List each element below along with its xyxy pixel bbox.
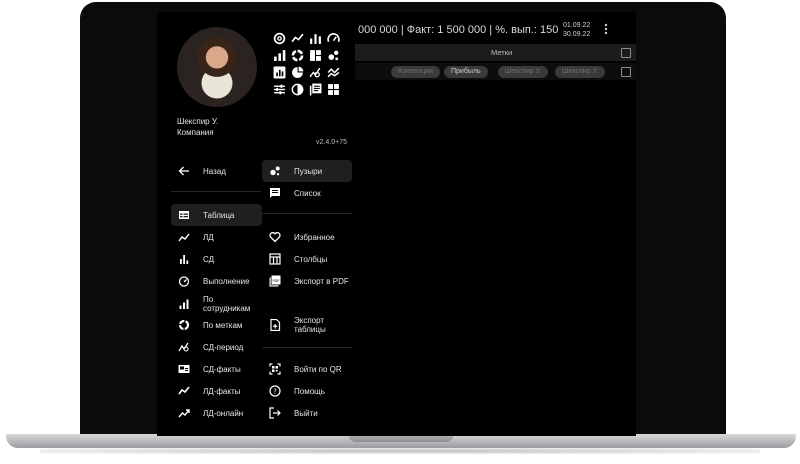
donut-icon [177,318,191,332]
menu-item-export-table[interactable]: Экспорт таблицы [262,312,352,338]
svg-text:PDF: PDF [272,279,279,283]
menu-item-ld-online[interactable]: ЛД-онлайн [171,402,261,424]
tag-chip[interactable]: Шекспир У. [555,66,605,78]
menu-item-by-tags[interactable]: По меткам [171,314,261,336]
logout-icon [268,406,282,420]
column-title-tags: Метки [491,48,513,57]
menu-item-columns[interactable]: Столбцы [262,248,352,270]
bubbles-icon [268,164,282,178]
date-to: 30.09.22 [563,31,591,38]
quick-icon-grid [271,30,343,98]
menu-item-completion[interactable]: Выполнение [171,270,261,292]
menu-item-logout[interactable]: Выйти [262,402,352,424]
tag-chip[interactable]: Прибыль [444,66,488,78]
menu-item-favorites[interactable]: Избранное [262,226,352,248]
menu-item-qr-login[interactable]: Войти по QR [262,358,352,380]
signal-bars-icon[interactable] [271,47,287,63]
contrast-icon[interactable] [289,81,305,97]
navigation-drawer: Шекспир У. Компания v2.4.0+75 Назад Табл… [157,12,355,436]
table-row[interactable]: Конвенция Прибыль Шекспир У. Шекспир У. [355,63,636,80]
heart-icon [268,230,282,244]
columns-icon [268,252,282,266]
select-all-checkbox[interactable] [621,48,631,58]
signal-bars-icon [177,297,191,311]
tag-chip[interactable]: Конвенция [391,66,440,78]
speedometer-icon [177,274,191,288]
table-icon [177,208,191,222]
menu-item-sd-period[interactable]: СД-период [171,336,261,358]
menu-item-table[interactable]: Таблица [171,204,262,226]
user-company: Компания [177,128,214,137]
menu-divider [262,213,352,214]
donut-chart-icon[interactable] [271,30,287,46]
bubble-chart-icon[interactable] [325,47,341,63]
speedometer-icon[interactable] [325,30,341,46]
list-message-icon [268,186,282,200]
bar-chart-icon[interactable] [307,30,323,46]
dashboard-icon[interactable] [307,47,323,63]
bar-chart-icon [177,252,191,266]
trending-up-icon [177,406,191,420]
app-screen: 000 000 | Факт: 1 500 000 | %. вып.: 150… [157,12,636,436]
menu-item-ld[interactable]: ЛД [171,226,261,248]
analytics-icon[interactable] [271,64,287,80]
tag-chip[interactable]: Шекспир У. [498,66,548,78]
more-menu-icon[interactable] [604,23,608,35]
qr-scan-icon [268,362,282,376]
menu-divider [171,191,261,192]
menu-item-sd[interactable]: СД [171,248,261,270]
line-chart-icon[interactable] [289,30,305,46]
chart-zoom-icon [177,340,191,354]
menu-item-sd-facts[interactable]: СД-факты [171,358,261,380]
trending-icon [177,230,191,244]
svg-text:?: ? [273,388,277,396]
multiline-chart-icon[interactable] [325,64,341,80]
chart-zoom-icon[interactable] [307,64,323,80]
laptop-shadow [40,448,760,454]
app-version: v2.4.0+75 [316,139,347,146]
menu-item-ld-facts[interactable]: ЛД-факты [171,380,261,402]
row-checkbox[interactable] [621,67,631,77]
user-name: Шекспир У. [177,117,219,126]
table-header: Метки [355,44,636,61]
menu-item-export-pdf[interactable]: PDF Экспорт в PDF [262,270,352,292]
date-from: 01.09.22 [563,22,591,29]
avatar [177,27,257,107]
ring-chart-icon[interactable] [289,47,305,63]
featured-video-icon [177,362,191,376]
menu-item-list[interactable]: Список [262,182,352,204]
show-chart-icon [177,384,191,398]
menu-item-back[interactable]: Назад [171,160,261,182]
menu-item-bubbles[interactable]: Пузыри [262,160,352,182]
arrow-left-icon [177,164,191,178]
date-range[interactable]: 01.09.22 30.09.22 [563,21,590,39]
menu-divider [262,347,352,348]
pdf-icon: PDF [268,274,282,288]
help-icon: ? [268,384,282,398]
tune-icon[interactable] [271,81,287,97]
plan-fact-stats: 000 000 | Факт: 1 500 000 | %. вып.: 150 [358,24,559,36]
library-books-icon[interactable] [307,81,323,97]
grid-view-icon[interactable] [325,81,341,97]
pie-chart-icon[interactable] [289,64,305,80]
export-file-icon [268,318,282,332]
menu-item-help[interactable]: ? Помощь [262,380,352,402]
